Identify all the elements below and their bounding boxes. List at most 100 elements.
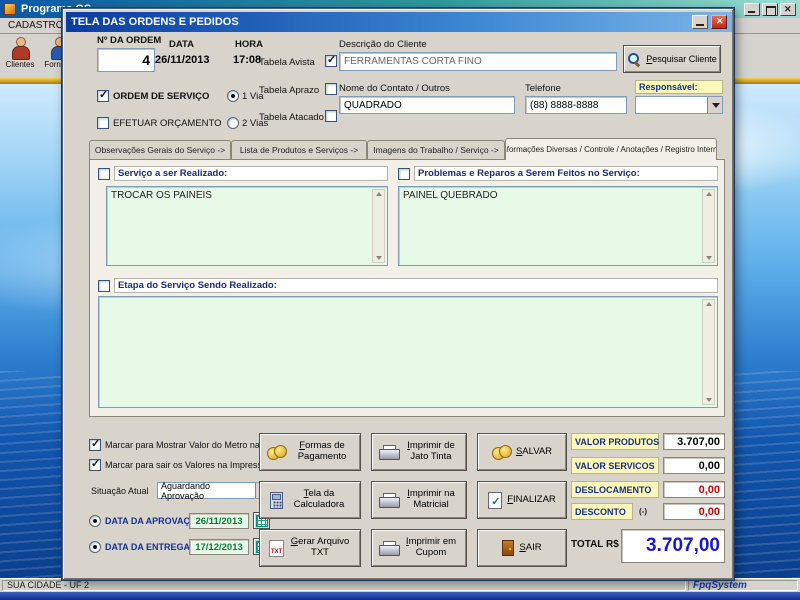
minimize-icon[interactable] xyxy=(744,3,760,16)
data-entrega-field[interactable]: 17/12/2013 xyxy=(189,539,249,555)
scroll-down-icon[interactable] xyxy=(706,398,712,402)
printer-icon xyxy=(379,493,398,508)
responsavel-label: Responsável: xyxy=(635,80,723,94)
ordem-servico-checkbox[interactable] xyxy=(97,90,109,102)
close-icon[interactable] xyxy=(780,3,796,16)
servico-scrollbar[interactable] xyxy=(372,189,385,263)
salvar-button[interactable]: SALVAR xyxy=(477,433,567,471)
servico-textarea[interactable]: TROCAR OS PAINEIS xyxy=(106,186,388,266)
tabela-aprazo-checkbox[interactable] xyxy=(325,83,337,95)
contact-label: Nome do Contato / Outros xyxy=(339,83,450,94)
data-aprovacao-radio[interactable] xyxy=(89,515,101,527)
via2-radio[interactable] xyxy=(227,117,239,129)
situacao-combobox[interactable]: Aguardando Aprovação xyxy=(157,482,271,499)
mostrar-valor-metro-checkbox[interactable] xyxy=(89,439,101,451)
etapa-checkbox[interactable] xyxy=(98,280,110,292)
desktop: Programa OS CADASTROS AG Clientes Fornec… xyxy=(0,0,800,600)
formas-pagamento-label: Formas de Pagamento xyxy=(291,441,353,463)
tab-informacoes[interactable]: Informações Diversas / Controle / Anotaç… xyxy=(505,138,717,160)
scroll-down-icon[interactable] xyxy=(376,256,382,260)
valor-produtos-value: 3.707,00 xyxy=(663,433,725,450)
toolbar-clientes-label: Clientes xyxy=(6,60,35,69)
tab-informacoes-label: Informações Diversas / Controle / Anotaç… xyxy=(505,145,717,154)
data-entrega-label: DATA DA ENTREGA xyxy=(105,542,190,552)
minimize-icon[interactable] xyxy=(692,15,708,29)
tab-imagens[interactable]: Imagens do Trabalho / Serviço -> xyxy=(367,140,505,159)
coins-icon xyxy=(267,445,286,459)
imprimir-jato-button[interactable]: Imprimir de Jato Tinta xyxy=(371,433,467,471)
gerar-txt-label: Gerar Arquivo TXT xyxy=(289,537,351,559)
toolbar-clientes-button[interactable]: Clientes xyxy=(2,35,38,77)
menu-item-cadastros[interactable]: CADASTROS xyxy=(8,20,70,31)
servico-checkbox[interactable] xyxy=(98,168,110,180)
order-number-label: Nº DA ORDEM xyxy=(97,35,161,46)
calculadora-button[interactable]: Tela da Calculadora xyxy=(259,481,361,519)
responsavel-combobox[interactable] xyxy=(635,96,723,114)
time-value: 17:08 xyxy=(233,54,261,66)
gerar-txt-button[interactable]: TXT Gerar Arquivo TXT xyxy=(259,529,361,567)
tab-observacoes[interactable]: Observações Gerais do Serviço -> xyxy=(89,140,231,159)
chevron-down-icon[interactable] xyxy=(707,97,722,113)
tabela-aprazo-label: Tabela Aprazo xyxy=(259,85,319,96)
printer-icon xyxy=(379,445,398,460)
tab-produtos[interactable]: Lista de Produtos e Serviços -> xyxy=(231,140,367,159)
total-value: 3.707,00 xyxy=(621,529,725,563)
valor-servicos-value: 0,00 xyxy=(663,457,725,474)
problemas-scrollbar[interactable] xyxy=(702,189,715,263)
brand-logo: FpqSystem xyxy=(688,580,798,591)
problemas-label: Problemas e Reparos a Serem Feitos no Se… xyxy=(414,166,718,181)
taskbar xyxy=(0,592,800,600)
via1-label: 1 Via xyxy=(242,91,263,102)
phone-field[interactable]: (88) 8888-8888 xyxy=(525,96,627,114)
problemas-textarea[interactable]: PAINEL QUEBRADO xyxy=(398,186,718,266)
etapa-textarea[interactable] xyxy=(98,296,718,408)
imprimir-cupom-button[interactable]: Imprimir em Cupom xyxy=(371,529,467,567)
finalize-icon xyxy=(488,492,502,509)
time-label: HORA xyxy=(235,39,263,50)
contact-value: QUADRADO xyxy=(344,100,402,111)
via1-radio[interactable] xyxy=(227,90,239,102)
scroll-up-icon[interactable] xyxy=(706,192,712,196)
date-label: DATA xyxy=(169,39,194,50)
phone-value: (88) 8888-8888 xyxy=(530,100,598,111)
sair-button[interactable]: SAIR xyxy=(477,529,567,567)
scroll-up-icon[interactable] xyxy=(376,192,382,196)
imprimir-jato-label: Imprimir de Jato Tinta xyxy=(403,441,459,463)
efetuar-orcamento-checkbox[interactable] xyxy=(97,117,109,129)
imprimir-matricial-button[interactable]: Imprimir na Matricial xyxy=(371,481,467,519)
finalizar-button[interactable]: FINALIZAR xyxy=(477,481,567,519)
client-description-label: Descrição do Cliente xyxy=(339,39,427,50)
calculadora-label: Tela da Calculadora xyxy=(288,489,350,511)
dialog-titlebar[interactable]: TELA DAS ORDENS E PEDIDOS xyxy=(66,12,732,32)
order-number-field[interactable]: 4 xyxy=(97,48,155,72)
txt-file-icon: TXT xyxy=(269,540,284,557)
scroll-up-icon[interactable] xyxy=(706,302,712,306)
valor-servicos-label: VALOR SERVICOS xyxy=(571,457,659,474)
data-entrega-radio[interactable] xyxy=(89,541,101,553)
tabela-avista-checkbox[interactable] xyxy=(325,55,337,67)
client-description-value: FERRAMENTAS CORTA FINO xyxy=(344,56,482,67)
problemas-checkbox[interactable] xyxy=(398,168,410,180)
tab-produtos-label: Lista de Produtos e Serviços -> xyxy=(240,145,358,155)
app-statusbar: SUA CIDADE - UF 2 FpqSystem xyxy=(0,578,800,592)
data-aprovacao-field[interactable]: 26/11/2013 xyxy=(189,513,249,529)
desconto-label: DESCONTO xyxy=(571,503,633,520)
dialog-title: TELA DAS ORDENS E PEDIDOS xyxy=(71,16,239,28)
problemas-text: PAINEL QUEBRADO xyxy=(403,190,699,201)
tabela-atacado-label: Tabela Atacado xyxy=(259,112,324,123)
tabela-atacado-checkbox[interactable] xyxy=(325,110,337,122)
total-label: TOTAL R$ xyxy=(571,539,619,550)
scroll-down-icon[interactable] xyxy=(706,256,712,260)
formas-pagamento-button[interactable]: Formas de Pagamento xyxy=(259,433,361,471)
dialog-controls xyxy=(692,15,727,29)
maximize-icon[interactable] xyxy=(762,3,778,16)
close-icon[interactable] xyxy=(711,15,727,29)
servico-label: Serviço a ser Realizado: xyxy=(114,166,388,181)
client-description-field[interactable]: FERRAMENTAS CORTA FINO xyxy=(339,52,617,71)
tab-observacoes-label: Observações Gerais do Serviço -> xyxy=(95,145,225,155)
contact-field[interactable]: QUADRADO xyxy=(339,96,515,114)
sair-valores-checkbox[interactable] xyxy=(89,459,101,471)
search-client-button[interactable]: Pesquisar Cliente xyxy=(623,45,721,73)
etapa-scrollbar[interactable] xyxy=(702,299,715,405)
tab-imagens-label: Imagens do Trabalho / Serviço -> xyxy=(373,145,498,155)
